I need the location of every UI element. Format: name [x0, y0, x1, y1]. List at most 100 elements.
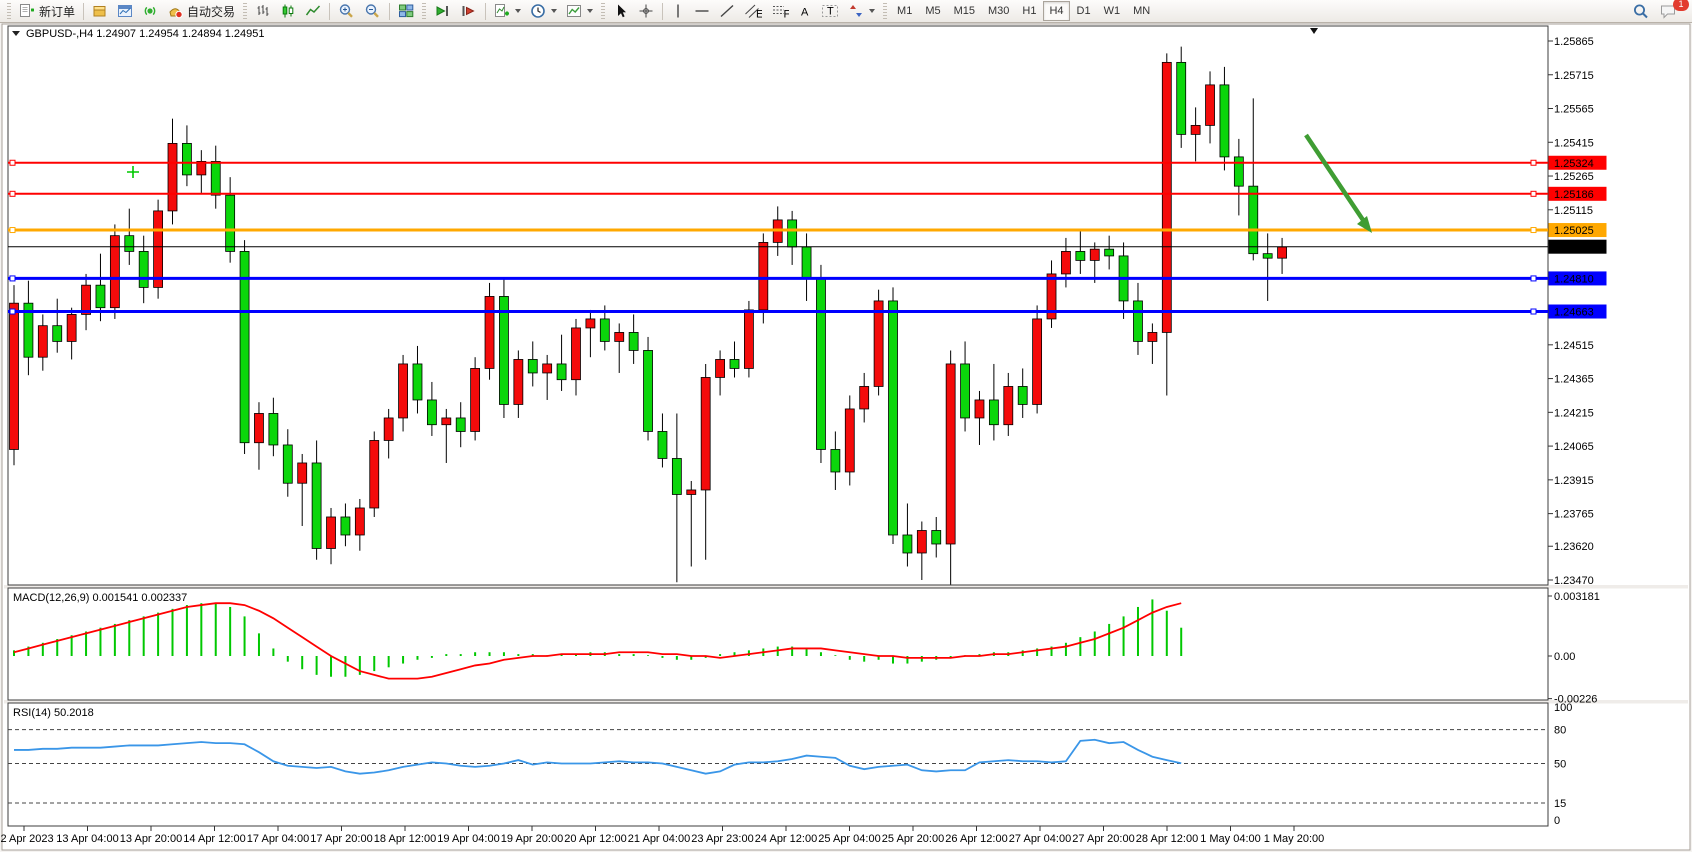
svg-text:80: 80: [1554, 725, 1566, 737]
svg-text:T: T: [827, 6, 834, 18]
text-a-icon: A: [798, 3, 812, 19]
autotrading-button[interactable]: 自动交易: [163, 0, 239, 22]
svg-text:19 Apr 04:00: 19 Apr 04:00: [437, 833, 499, 845]
svg-text:1 May 04:00: 1 May 04:00: [1200, 833, 1261, 845]
candlestick-chart-button[interactable]: [276, 0, 300, 22]
text-label-button[interactable]: T: [817, 0, 843, 22]
crosshair-button[interactable]: [634, 0, 658, 22]
autotrading-icon: [167, 3, 184, 19]
svg-text:1.25415: 1.25415: [1554, 137, 1594, 149]
svg-text:19 Apr 20:00: 19 Apr 20:00: [501, 833, 563, 845]
fibonacci-button[interactable]: F: [767, 0, 793, 22]
data-window-button[interactable]: [113, 0, 137, 22]
svg-text:1.25186: 1.25186: [1554, 189, 1594, 201]
tile-windows-button[interactable]: [394, 0, 418, 22]
timeframe-mn[interactable]: MN: [1127, 1, 1156, 21]
arrows-button[interactable]: [844, 0, 879, 22]
svg-text:27 Apr 04:00: 27 Apr 04:00: [1009, 833, 1071, 845]
template-icon: [566, 3, 582, 19]
svg-text:17 Apr 20:00: 17 Apr 20:00: [310, 833, 372, 845]
templates-button[interactable]: [562, 0, 597, 22]
indicators-button[interactable]: [490, 0, 525, 22]
bar-chart-button[interactable]: [251, 0, 275, 22]
line-chart-icon: [305, 3, 321, 19]
svg-text:15: 15: [1554, 798, 1566, 810]
chart-shift-button[interactable]: [456, 0, 481, 22]
auto-scroll-button[interactable]: [430, 0, 455, 22]
search-button[interactable]: [1628, 0, 1654, 22]
toolbar: 新订单 自动交易: [0, 0, 1692, 23]
zoom-out-button[interactable]: [360, 0, 385, 22]
zoom-in-icon: [338, 3, 355, 19]
new-order-button[interactable]: 新订单: [15, 0, 79, 22]
timeframe-h4[interactable]: H4: [1043, 1, 1069, 21]
svg-text:1.23470: 1.23470: [1554, 575, 1594, 587]
svg-text:17 Apr 04:00: 17 Apr 04:00: [247, 833, 309, 845]
svg-text:1.25865: 1.25865: [1554, 36, 1594, 48]
chart-canvas[interactable]: 1.258651.257151.255651.254151.252651.251…: [0, 0, 1692, 852]
notification-badge: 1: [1673, 0, 1689, 11]
timeframe-h1[interactable]: H1: [1016, 1, 1042, 21]
svg-text:1.24810: 1.24810: [1554, 273, 1594, 285]
svg-text:20 Apr 12:00: 20 Apr 12:00: [564, 833, 626, 845]
timeframe-m1[interactable]: M1: [891, 1, 918, 21]
horizontal-line-button[interactable]: [690, 0, 714, 22]
svg-text:1.25565: 1.25565: [1554, 104, 1594, 116]
equidistant-channel-button[interactable]: E: [740, 0, 766, 22]
signal-icon: [142, 3, 158, 19]
svg-text:1.25115: 1.25115: [1554, 205, 1593, 217]
svg-text:1.24951: 1.24951: [1554, 242, 1594, 254]
svg-text:1.25715: 1.25715: [1554, 70, 1594, 82]
toolbar-grip[interactable]: [601, 3, 605, 19]
line-chart-button[interactable]: [301, 0, 325, 22]
notifications-button[interactable]: 1: [1655, 0, 1682, 22]
svg-text:13 Apr 04:00: 13 Apr 04:00: [56, 833, 118, 845]
window-icon: [117, 3, 133, 19]
svg-text:0.003181: 0.003181: [1554, 591, 1600, 603]
zoom-out-icon: [364, 3, 381, 19]
svg-text:MACD(12,26,9) 0.001541 0.00233: MACD(12,26,9) 0.001541 0.002337: [13, 592, 187, 604]
auto-scroll-icon: [434, 3, 451, 19]
svg-text:14 Apr 12:00: 14 Apr 12:00: [183, 833, 245, 845]
svg-text:E: E: [756, 9, 762, 20]
timeframe-m5[interactable]: M5: [919, 1, 946, 21]
toolbar-grip[interactable]: [7, 3, 11, 19]
chevron-down-icon: [587, 9, 593, 13]
toolbar-separator: [329, 3, 330, 20]
svg-text:1 May 20:00: 1 May 20:00: [1264, 833, 1325, 845]
svg-text:1.25025: 1.25025: [1554, 225, 1594, 237]
svg-text:1.24515: 1.24515: [1554, 340, 1594, 352]
timeframe-d1[interactable]: D1: [1071, 1, 1097, 21]
market-watch-button[interactable]: [88, 0, 112, 22]
new-order-icon: [19, 3, 36, 19]
toolbar-separator: [389, 3, 390, 20]
crosshair-icon: [638, 3, 654, 19]
fibonacci-icon: F: [771, 3, 789, 19]
svg-text:1.23620: 1.23620: [1554, 541, 1594, 553]
svg-text:25 Apr 20:00: 25 Apr 20:00: [882, 833, 944, 845]
cursor-button[interactable]: [609, 0, 633, 22]
signal-button[interactable]: [138, 0, 162, 22]
svg-text:A: A: [801, 7, 809, 19]
timeframe-m30[interactable]: M30: [982, 1, 1015, 21]
zoom-in-button[interactable]: [334, 0, 359, 22]
svg-text:13 Apr 20:00: 13 Apr 20:00: [120, 833, 182, 845]
timeframe-w1[interactable]: W1: [1098, 1, 1127, 21]
indicators-icon: [494, 3, 510, 19]
svg-text:0.00: 0.00: [1554, 651, 1575, 663]
svg-text:1.24365: 1.24365: [1554, 374, 1594, 386]
svg-text:26 Apr 12:00: 26 Apr 12:00: [945, 833, 1007, 845]
text-button[interactable]: A: [794, 0, 816, 22]
svg-text:100: 100: [1554, 702, 1572, 714]
toolbar-separator: [662, 3, 663, 20]
toolbar-grip[interactable]: [883, 3, 887, 19]
timeframe-m15[interactable]: M15: [948, 1, 981, 21]
toolbar-grip[interactable]: [422, 3, 426, 19]
periods-button[interactable]: [526, 0, 561, 22]
svg-text:1.24663: 1.24663: [1554, 307, 1594, 319]
toolbar-grip[interactable]: [243, 3, 247, 19]
trendline-button[interactable]: [715, 0, 739, 22]
channel-icon: E: [744, 3, 762, 19]
vertical-line-button[interactable]: [667, 0, 689, 22]
vertical-line-icon: [671, 3, 685, 19]
